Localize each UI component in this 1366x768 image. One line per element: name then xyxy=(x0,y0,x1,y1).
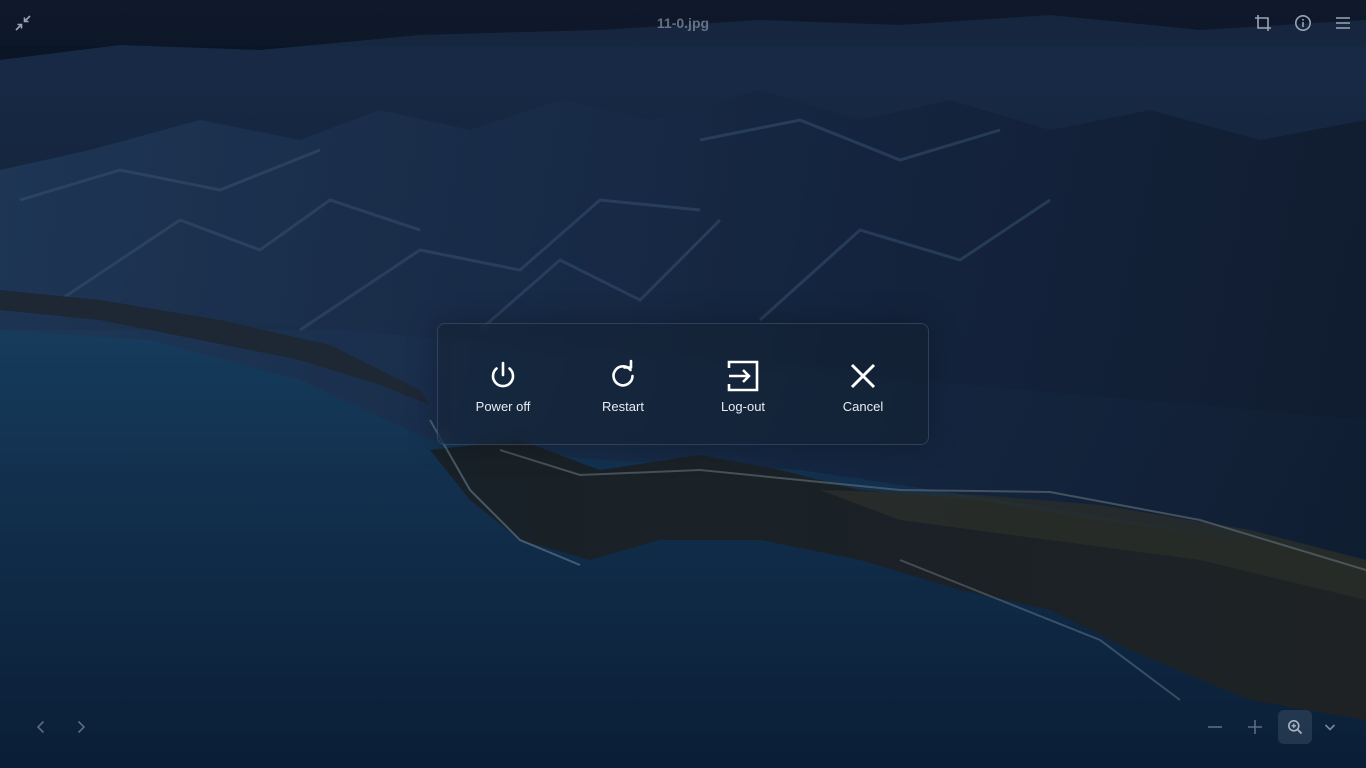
zoom-in-button[interactable] xyxy=(1240,712,1270,742)
crop-button[interactable] xyxy=(1248,8,1278,38)
restart-label: Restart xyxy=(602,399,644,414)
crop-icon xyxy=(1255,15,1271,31)
hamburger-menu-icon xyxy=(1336,17,1350,29)
zoom-options-button[interactable] xyxy=(1315,712,1345,742)
log-out-button[interactable]: Log-out xyxy=(683,344,803,424)
plus-icon xyxy=(1248,720,1262,734)
chevron-down-icon xyxy=(1324,724,1336,731)
restart-icon xyxy=(605,358,641,394)
chevron-right-icon xyxy=(77,720,86,734)
info-button[interactable] xyxy=(1288,8,1318,38)
cancel-label: Cancel xyxy=(842,399,884,414)
previous-image-button[interactable] xyxy=(26,712,56,742)
info-icon xyxy=(1295,15,1311,31)
image-viewer-window: 11-0.jpg Power off Restart Log-out Cance… xyxy=(0,0,1366,768)
header-bar: 11-0.jpg xyxy=(0,0,1366,46)
cancel-button[interactable]: Cancel xyxy=(803,344,923,424)
minus-icon xyxy=(1208,726,1222,728)
zoom-out-button[interactable] xyxy=(1200,712,1230,742)
chevron-left-icon xyxy=(36,720,45,734)
log-out-label: Log-out xyxy=(720,399,766,414)
close-icon xyxy=(845,358,881,394)
window-title: 11-0.jpg xyxy=(656,15,710,31)
power-off-label: Power off xyxy=(475,399,531,414)
leave-fullscreen-icon xyxy=(15,15,31,31)
power-icon xyxy=(485,358,521,394)
main-menu-button[interactable] xyxy=(1328,8,1358,38)
zoom-fit-icon xyxy=(1288,720,1303,735)
leave-fullscreen-button[interactable] xyxy=(8,8,38,38)
next-image-button[interactable] xyxy=(66,712,96,742)
zoom-fit-button[interactable] xyxy=(1278,710,1312,744)
power-off-button[interactable]: Power off xyxy=(443,344,563,424)
logout-icon xyxy=(725,358,761,394)
restart-button[interactable]: Restart xyxy=(563,344,683,424)
session-dialog: Power off Restart Log-out Cancel xyxy=(437,323,929,445)
